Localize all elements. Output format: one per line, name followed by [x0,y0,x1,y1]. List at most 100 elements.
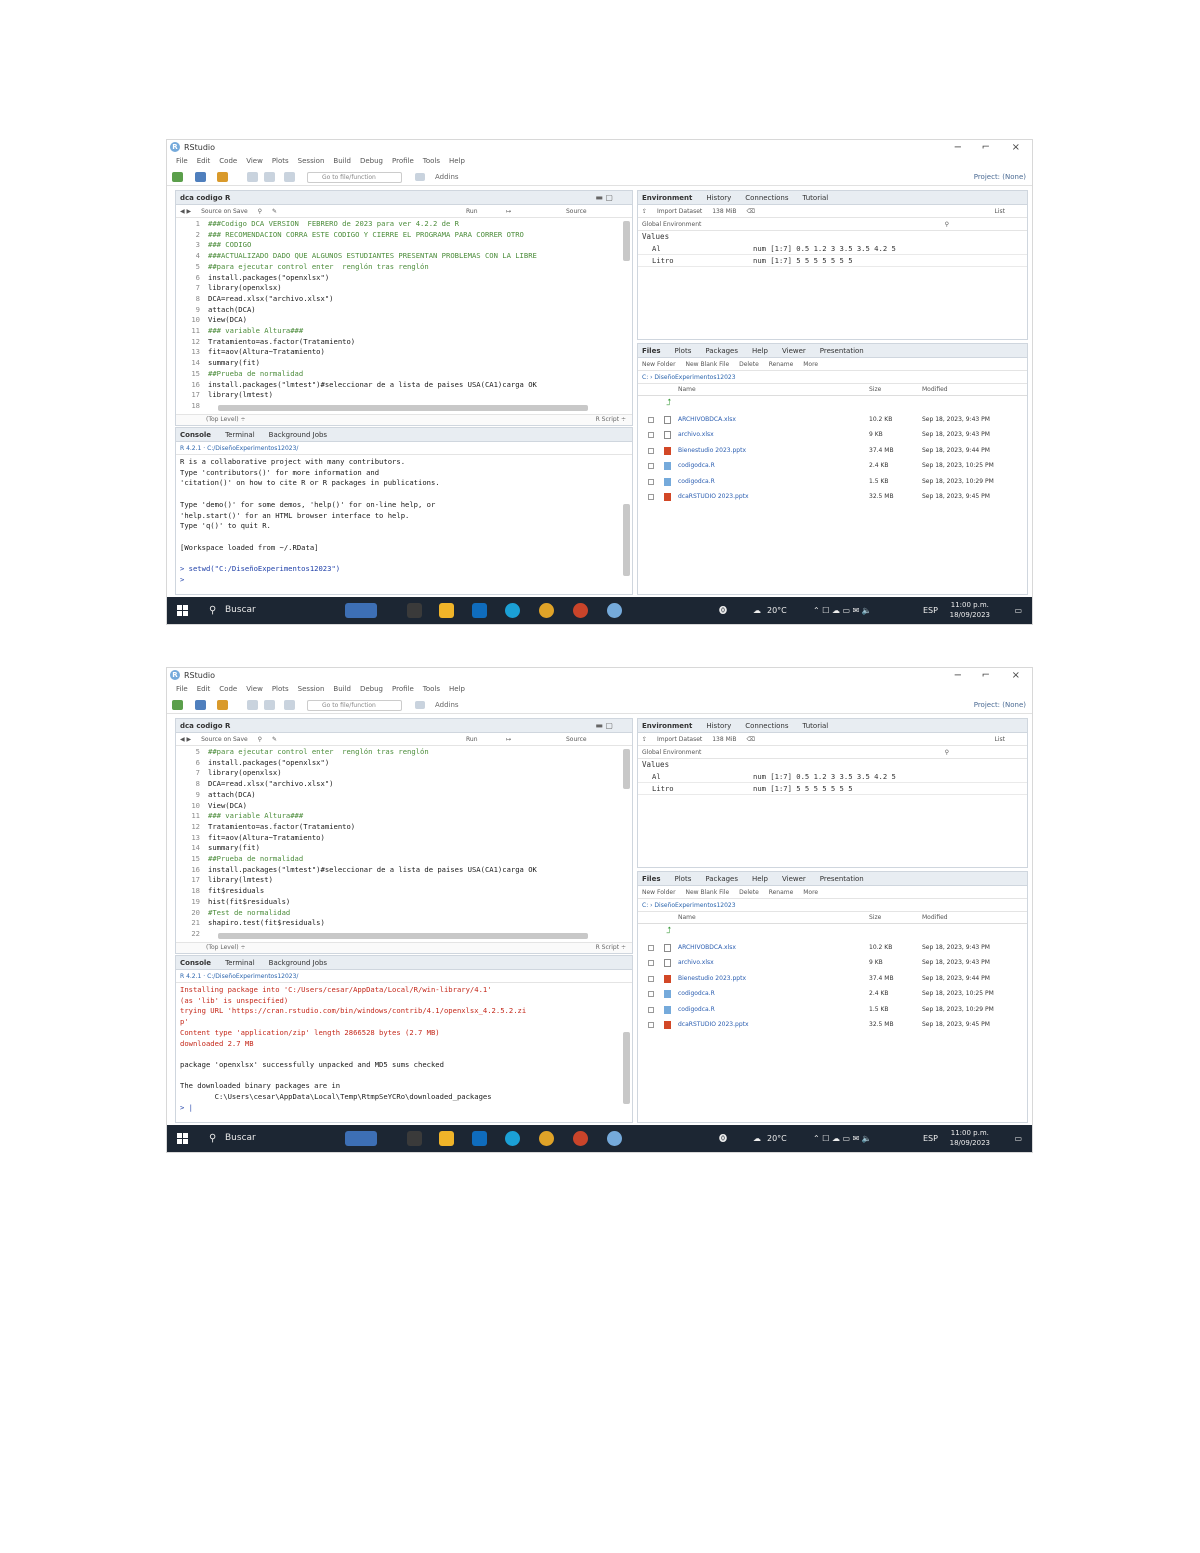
menu-item[interactable]: Debug [360,155,383,167]
help-icon[interactable]: ⓿ [719,597,727,624]
list-view-button[interactable]: List [995,733,1006,745]
save-all-icon[interactable] [264,700,275,710]
editor-hscrollbar[interactable] [218,933,588,939]
menu-item[interactable]: Profile [392,155,414,167]
source-on-save-checkbox[interactable]: Source on Save [201,205,248,217]
pane-tab[interactable]: Presentation [820,872,864,886]
file-name[interactable]: Bienestudio 2023.pptx [678,971,746,987]
code-editor[interactable]: 1 ###Codigo DCA VERSION FEBRERO de 2023 p… [176,218,632,414]
close-icon[interactable]: × [1012,140,1020,155]
environment-row[interactable]: Al num [1:7] 0.5 1.2 3 3.5 3.5 4.2 5 [638,771,1027,783]
new-file-icon[interactable] [172,172,183,182]
taskbar-search[interactable]: ⚲ Buscar [203,1129,331,1148]
grid-icon[interactable] [415,701,425,709]
save-all-icon[interactable] [264,172,275,182]
up-arrow-icon[interactable]: ⮥ [666,396,671,412]
editor-tab[interactable]: dca codigo R [180,191,230,205]
file-row[interactable]: ARCHIVOBDCA.xlsx 10.2 KB Sep 18, 2023, 9:4… [638,412,1027,428]
file-name[interactable]: archivo.xlsx [678,427,714,443]
file-checkbox[interactable] [648,944,654,951]
pane-tab[interactable]: Viewer [782,344,806,358]
minimize-icon[interactable]: − [954,140,962,155]
wand-icon[interactable]: ✎ [272,733,277,745]
env-search-icon[interactable]: ⚲ [945,746,949,758]
scope-indicator[interactable]: (Top Level) ÷ [206,416,246,423]
file-row[interactable]: dcaRSTUDIO 2023.pptx 32.5 MB Sep 18, 2023,… [638,1017,1027,1033]
widgets-icon[interactable] [345,1131,377,1146]
windows-start-icon[interactable] [177,1133,188,1144]
menu-item[interactable]: View [246,683,263,695]
menu-item[interactable]: Profile [392,683,414,695]
file-checkbox[interactable] [648,432,654,438]
pane-minmax-icon[interactable]: ▬ ▢ [595,719,613,733]
goto-file-input[interactable]: Go to file/function [307,172,402,183]
modified-column-header[interactable]: Modified [922,912,948,924]
environment-row[interactable]: Al num [1:7] 0.5 1.2 3 3.5 3.5 4.2 5 [638,243,1027,255]
files-path[interactable]: C: › DiseñoExperimentos12023 [642,371,736,383]
scope-indicator[interactable]: (Top Level) ÷ [206,944,246,951]
search-icon[interactable]: ⚲ [258,205,262,217]
menu-item[interactable]: View [246,155,263,167]
file-checkbox[interactable] [648,494,654,500]
pane-tab[interactable]: Tutorial [803,191,829,205]
console-scrollbar[interactable] [623,1032,630,1104]
editor-tab[interactable]: dca codigo R [180,719,230,733]
taskbar-clock[interactable]: 11:00 p.m. 18/09/2023 [950,600,990,620]
wand-icon[interactable]: ✎ [272,205,277,217]
file-checkbox[interactable] [648,447,654,454]
pane-tab[interactable]: Environment [642,191,692,205]
pane-tab[interactable]: Background Jobs [269,956,327,970]
rerun-icon[interactable]: ↦ [506,205,511,217]
maximize-icon[interactable]: ⌐ [982,140,990,155]
menu-item[interactable]: Session [298,683,325,695]
pane-tab[interactable]: Console [180,428,211,442]
file-explorer-icon[interactable] [439,603,454,618]
language-indicator[interactable]: ESP [923,1125,938,1152]
pane-tab[interactable]: Files [642,872,661,886]
environment-row[interactable]: Litro num [1:7] 5 5 5 5 5 5 5 [638,255,1027,267]
name-column-header[interactable]: Name [678,384,696,396]
pane-tab[interactable]: Plots [675,872,692,886]
language-indicator[interactable]: ESP [923,597,938,624]
taskbar-search[interactable]: ⚲ Buscar [203,601,331,620]
task-view-icon[interactable] [407,603,422,618]
notifications-icon[interactable]: ▭ [1014,1125,1022,1152]
menu-item[interactable]: Code [219,155,237,167]
size-column-header[interactable]: Size [869,384,881,396]
pane-tab[interactable]: Background Jobs [269,428,327,442]
pane-tab[interactable]: Connections [745,719,788,733]
open-project-icon[interactable] [195,172,206,182]
file-row[interactable]: dcaRSTUDIO 2023.pptx 32.5 MB Sep 18, 2023,… [638,489,1027,505]
pane-minmax-icon[interactable]: ▬ ▢ [595,191,613,205]
menu-item[interactable]: File [176,683,188,695]
weather-temp[interactable]: 20°C [767,1125,787,1152]
modified-column-header[interactable]: Modified [922,384,948,396]
rename-button[interactable]: Rename [769,886,794,898]
pane-tab[interactable]: Viewer [782,872,806,886]
new-blank-file-button[interactable]: New Blank File [685,358,729,370]
file-name[interactable]: Bienestudio 2023.pptx [678,443,746,459]
back-forward-icon[interactable]: ◀ ▶ [180,733,191,745]
file-row[interactable]: codigodca.R 1.5 KB Sep 18, 2023, 10:29 PM [638,1002,1027,1018]
rstudio-taskbar-icon[interactable] [607,603,622,618]
more-button[interactable]: More [803,358,818,370]
broom-icon[interactable]: ⌫ [746,205,754,217]
environment-row[interactable]: Litro num [1:7] 5 5 5 5 5 5 5 [638,783,1027,795]
name-column-header[interactable]: Name [678,912,696,924]
editor-scrollbar[interactable] [623,749,630,789]
chrome-icon[interactable] [539,1131,554,1146]
new-folder-button[interactable]: New Folder [642,358,676,370]
pane-tab[interactable]: Terminal [225,428,255,442]
pane-tab[interactable]: Tutorial [803,719,829,733]
powerpoint-icon[interactable] [573,603,588,618]
parent-dir-row[interactable]: ⮥ [638,396,1027,412]
save-icon[interactable] [247,700,258,710]
file-checkbox[interactable] [648,1022,654,1028]
menu-item[interactable]: Build [333,683,351,695]
menu-item[interactable]: Help [449,155,465,167]
close-icon[interactable]: × [1012,668,1020,683]
tray-icons[interactable]: ⌃ ☐ ☁ ▭ ✉ 🔈 [813,1125,872,1152]
console-scrollbar[interactable] [623,504,630,576]
mail-icon[interactable] [472,1131,487,1146]
pane-tab[interactable]: Presentation [820,344,864,358]
